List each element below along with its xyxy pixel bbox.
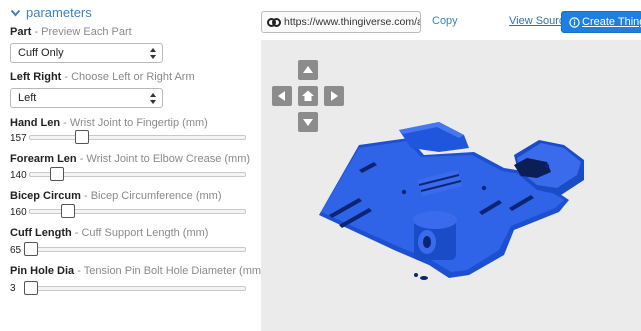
arrow-up-icon: [303, 66, 313, 73]
part-select[interactable]: Cuff Only: [10, 43, 163, 63]
left-right-select-value: Left: [18, 92, 37, 104]
hand-len-label: Hand Len - Wrist Joint to Fingertip (mm): [10, 117, 208, 129]
select-arrows-icon: [150, 93, 156, 104]
create-thing-label: Create Thing: [582, 16, 641, 28]
left-right-select[interactable]: Left: [10, 88, 163, 108]
select-arrows-icon: [150, 48, 156, 59]
create-thing-button[interactable]: Create Thing: [561, 11, 641, 33]
parameters-panel: parameters Part - Preview Each Part Cuff…: [0, 0, 265, 331]
bicep-circum-name: Bicep Circum: [10, 190, 81, 202]
pin-hole-dia-label: Pin Hole Dia - Tension Pin Bolt Hole Dia…: [10, 265, 265, 277]
bicep-circum-value: 160: [10, 207, 27, 218]
parameters-header: parameters: [26, 5, 92, 20]
cuff-length-desc: - Cuff Support Length (mm): [71, 227, 209, 239]
cuff-length-slider-thumb[interactable]: [24, 242, 38, 256]
pin-hole-dia-name: Pin Hole Dia: [10, 265, 75, 277]
forearm-len-slider-thumb[interactable]: [50, 167, 64, 181]
copy-button[interactable]: Copy: [432, 15, 458, 27]
part-name: Part: [10, 26, 32, 38]
parameters-section-toggle[interactable]: parameters: [10, 5, 92, 20]
hand-len-value: 157: [10, 133, 27, 144]
pin-hole-dia-value: 3: [10, 283, 16, 294]
left-right-label: Left Right - Choose Left or Right Arm: [10, 71, 195, 83]
pan-left-button[interactable]: [272, 86, 292, 106]
pin-hole-dia-slider-track[interactable]: [29, 286, 246, 291]
left-right-desc: - Choose Left or Right Arm: [61, 71, 195, 83]
model-viewer[interactable]: [261, 40, 641, 331]
pin-hole-dia-slider-thumb[interactable]: [24, 281, 38, 295]
pin-hole-dia-desc: - Tension Pin Bolt Hole Diameter (mm): [74, 265, 265, 277]
cuff-length-slider-track[interactable]: [29, 247, 246, 252]
link-icon: [267, 18, 281, 27]
forearm-len-desc: - Wrist Joint to Elbow Crease (mm): [76, 153, 251, 165]
cuff-length-label: Cuff Length - Cuff Support Length (mm): [10, 227, 208, 239]
forearm-len-label: Forearm Len - Wrist Joint to Elbow Creas…: [10, 153, 250, 165]
arrow-left-icon: [278, 91, 285, 101]
hand-len-desc: - Wrist Joint to Fingertip (mm): [60, 117, 208, 129]
share-url-field[interactable]: https://www.thingiverse.com/ap: [261, 11, 421, 33]
bicep-circum-slider-thumb[interactable]: [61, 204, 75, 218]
pan-up-button[interactable]: [298, 60, 318, 80]
hand-len-slider-track[interactable]: [29, 135, 246, 140]
hand-len-slider-thumb[interactable]: [75, 130, 89, 144]
cuff-length-value: 65: [10, 245, 22, 256]
cuff-length-name: Cuff Length: [10, 227, 72, 239]
hand-len-name: Hand Len: [10, 117, 61, 129]
info-circle-icon: [569, 17, 580, 28]
left-right-name: Left Right: [10, 71, 62, 83]
share-url-text: https://www.thingiverse.com/ap: [284, 16, 421, 28]
3d-model-render: [319, 122, 584, 280]
part-desc: - Preview Each Part: [31, 26, 132, 38]
part-select-value: Cuff Only: [18, 47, 64, 59]
bicep-circum-desc: - Bicep Circumference (mm): [80, 190, 222, 202]
forearm-len-value: 140: [10, 170, 27, 181]
chevron-down-icon: [10, 9, 21, 17]
forearm-len-name: Forearm Len: [10, 153, 77, 165]
bicep-circum-label: Bicep Circum - Bicep Circumference (mm): [10, 190, 222, 202]
part-label: Part - Preview Each Part: [10, 26, 132, 38]
